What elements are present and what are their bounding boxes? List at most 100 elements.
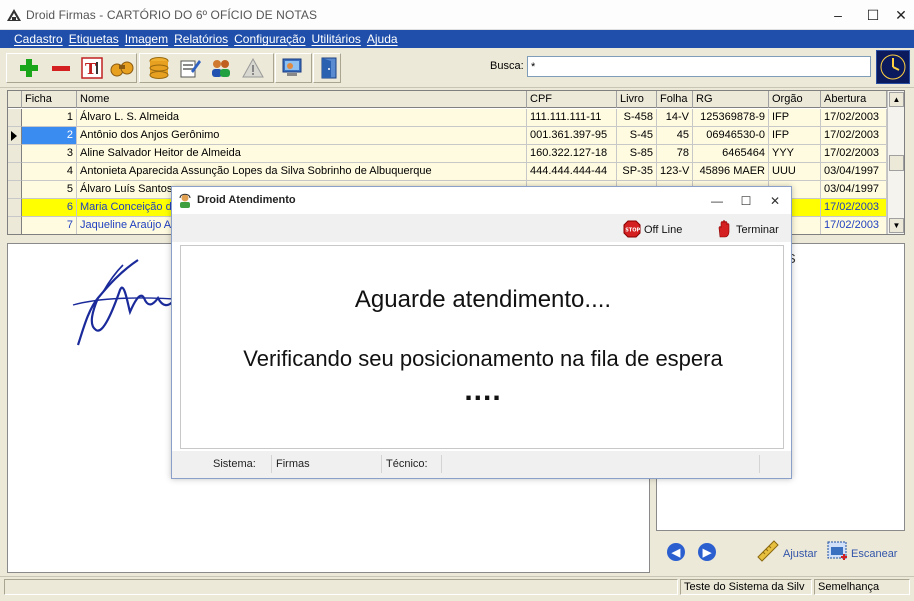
exit-button[interactable] <box>317 56 341 80</box>
cell-livro[interactable]: S-458 <box>617 109 657 127</box>
cell-ficha[interactable]: 2 <box>22 127 77 145</box>
cell-nome[interactable]: Antonieta Aparecida Assunção Lopes da Si… <box>77 163 527 181</box>
cell-folha[interactable]: 123-V <box>657 163 693 181</box>
cell-folha[interactable]: 14-V <box>657 109 693 127</box>
row-indicator[interactable] <box>8 145 22 163</box>
search-button[interactable] <box>110 56 134 80</box>
scroll-down-button[interactable]: ▼ <box>889 218 904 233</box>
menu-imagem[interactable]: Imagem <box>125 32 168 46</box>
cell-orgao[interactable]: UUU <box>769 163 821 181</box>
cell-ficha[interactable]: 7 <box>22 217 77 234</box>
cell-nome[interactable]: Aline Salvador Heitor de Almeida <box>77 145 527 163</box>
cell-orgao[interactable]: IFP <box>769 127 821 145</box>
cell-ficha[interactable]: 3 <box>22 145 77 163</box>
tecnico-label: Técnico: <box>382 455 442 473</box>
col-nome[interactable]: Nome <box>77 91 527 108</box>
row-indicator[interactable] <box>8 109 22 127</box>
col-rg[interactable]: RG <box>693 91 769 108</box>
menu-utilitarios[interactable]: Utilitários <box>312 32 361 46</box>
row-indicator[interactable] <box>8 199 22 217</box>
users-button[interactable] <box>209 56 233 80</box>
cell-orgao[interactable]: YYY <box>769 145 821 163</box>
support-button[interactable] <box>280 56 304 80</box>
cell-cpf[interactable]: 160.322.127-18 <box>527 145 617 163</box>
exit-door-icon <box>321 57 337 79</box>
menu-configuracao[interactable]: Configuração <box>234 32 305 46</box>
binoculars-icon <box>110 61 134 77</box>
cell-livro[interactable]: SP-35 <box>617 163 657 181</box>
cell-orgao[interactable]: IFP <box>769 109 821 127</box>
prev-button[interactable]: ◀ <box>667 543 685 561</box>
close-button[interactable]: ✕ <box>886 0 914 30</box>
row-indicator[interactable] <box>8 163 22 181</box>
cell-abertura[interactable]: 17/02/2003 <box>821 199 887 217</box>
row-indicator[interactable] <box>8 181 22 199</box>
cell-rg[interactable]: 06946530-0 <box>693 127 769 145</box>
menu-ajuda[interactable]: Ajuda <box>367 32 398 46</box>
cell-ficha[interactable]: 1 <box>22 109 77 127</box>
cell-livro[interactable]: S-45 <box>617 127 657 145</box>
row-indicator[interactable] <box>8 217 22 234</box>
dialog-title-bar: Droid Atendimento — ☐ ✕ <box>172 187 791 214</box>
ajustar-button[interactable]: Ajustar <box>756 539 820 567</box>
grid-scrollbar[interactable]: ▲ ▼ <box>887 91 904 234</box>
cell-rg[interactable]: 45896 MAER <box>693 163 769 181</box>
cell-ficha[interactable]: 6 <box>22 199 77 217</box>
col-cpf[interactable]: CPF <box>527 91 617 108</box>
cell-nome[interactable]: Antônio dos Anjos Gerônimo <box>77 127 527 145</box>
cell-abertura[interactable]: 17/02/2003 <box>821 127 887 145</box>
cell-cpf[interactable]: 111.111.111-11 <box>527 109 617 127</box>
scroll-thumb[interactable] <box>889 155 904 171</box>
cell-ficha[interactable]: 5 <box>22 181 77 199</box>
cell-ficha[interactable]: 4 <box>22 163 77 181</box>
terminar-button[interactable]: Terminar <box>717 218 787 240</box>
cell-rg[interactable]: 6465464 <box>693 145 769 163</box>
text-button[interactable]: T <box>80 56 104 80</box>
cell-nome[interactable]: Álvaro L. S. Almeida <box>77 109 527 127</box>
col-folha[interactable]: Folha <box>657 91 693 108</box>
remove-button[interactable] <box>49 56 73 80</box>
cell-abertura[interactable]: 03/04/1997 <box>821 181 887 199</box>
atendimento-dialog: Droid Atendimento — ☐ ✕ STOP Off Line Te… <box>171 186 792 479</box>
table-row[interactable]: 4 Antonieta Aparecida Assunção Lopes da S… <box>8 163 887 181</box>
main-window: Droid Firmas - CARTÓRIO DO 6º OFÍCIO DE … <box>0 0 914 601</box>
dialog-close-button[interactable]: ✕ <box>764 191 786 211</box>
col-livro[interactable]: Livro <box>617 91 657 108</box>
dialog-minimize-button[interactable]: — <box>706 191 728 211</box>
cell-abertura[interactable]: 17/02/2003 <box>821 217 887 234</box>
warning-button[interactable] <box>241 56 265 80</box>
window-title: Droid Firmas - CARTÓRIO DO 6º OFÍCIO DE … <box>26 7 318 22</box>
menu-relatorios[interactable]: Relatórios <box>174 32 228 46</box>
col-ficha[interactable]: Ficha <box>22 91 77 108</box>
cell-abertura[interactable]: 03/04/1997 <box>821 163 887 181</box>
col-abertura[interactable]: Abertura <box>821 91 887 108</box>
cell-abertura[interactable]: 17/02/2003 <box>821 109 887 127</box>
cell-rg[interactable]: 125369878-9 <box>693 109 769 127</box>
next-button[interactable]: ▶ <box>698 543 716 561</box>
scroll-up-icon: ▲ <box>892 95 901 104</box>
menu-etiquetas[interactable]: Etiquetas <box>69 32 119 46</box>
table-row[interactable]: 3 Aline Salvador Heitor de Almeida 160.322… <box>8 145 887 163</box>
col-orgao[interactable]: Orgão <box>769 91 821 108</box>
cell-abertura[interactable]: 17/02/2003 <box>821 145 887 163</box>
scroll-up-button[interactable]: ▲ <box>889 92 904 107</box>
row-indicator[interactable] <box>8 127 22 145</box>
cell-livro[interactable]: S-85 <box>617 145 657 163</box>
cell-cpf[interactable]: 444.444.444-44 <box>527 163 617 181</box>
edit-button[interactable] <box>178 56 202 80</box>
add-button[interactable] <box>17 56 41 80</box>
cell-cpf[interactable]: 001.361.397-95 <box>527 127 617 145</box>
escanear-button[interactable]: Escanear <box>826 539 902 567</box>
cell-folha[interactable]: 45 <box>657 127 693 145</box>
cell-folha[interactable]: 78 <box>657 145 693 163</box>
maximize-button[interactable]: ☐ <box>858 0 888 30</box>
offline-button[interactable]: STOP Off Line <box>623 218 693 240</box>
dialog-maximize-button[interactable]: ☐ <box>735 191 757 211</box>
remove-icon <box>52 66 70 71</box>
table-row[interactable]: 1 Álvaro L. S. Almeida 111.111.111-11 S-458… <box>8 109 887 127</box>
table-row[interactable]: 2 Antônio dos Anjos Gerônimo 001.361.397-9… <box>8 127 887 145</box>
minimize-button[interactable]: – <box>823 0 853 30</box>
busca-input[interactable] <box>527 56 871 77</box>
menu-cadastro[interactable]: Cadastro <box>14 32 63 46</box>
database-button[interactable] <box>147 56 171 80</box>
